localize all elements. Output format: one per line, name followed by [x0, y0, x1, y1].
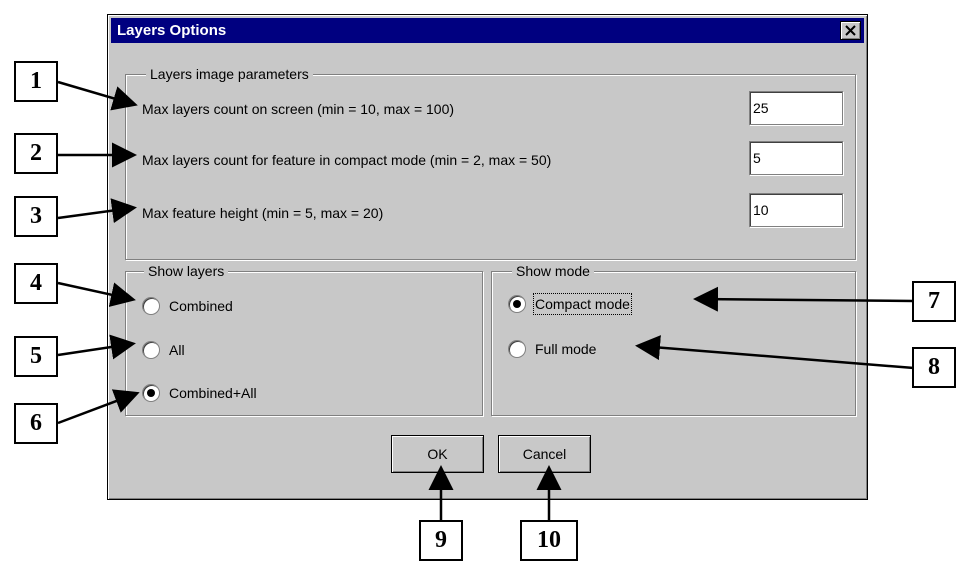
arrow-6 — [57, 389, 140, 425]
callout-3: 3 — [14, 196, 58, 237]
callout-6: 6 — [14, 403, 58, 444]
callout-1: 1 — [14, 61, 58, 102]
arrow-1 — [57, 80, 138, 111]
arrow-7 — [693, 286, 915, 312]
callout-5: 5 — [14, 336, 58, 377]
arrow-8 — [635, 335, 915, 370]
callout-10: 10 — [520, 520, 578, 561]
callout-9: 9 — [419, 520, 463, 561]
callout-8: 8 — [912, 347, 956, 388]
callout-4: 4 — [14, 263, 58, 304]
arrow-3 — [57, 198, 137, 224]
arrow-4 — [57, 281, 136, 307]
callout-7: 7 — [912, 281, 956, 322]
callout-arrows — [57, 80, 915, 522]
callout-2: 2 — [14, 133, 58, 174]
arrow-5 — [57, 334, 136, 360]
